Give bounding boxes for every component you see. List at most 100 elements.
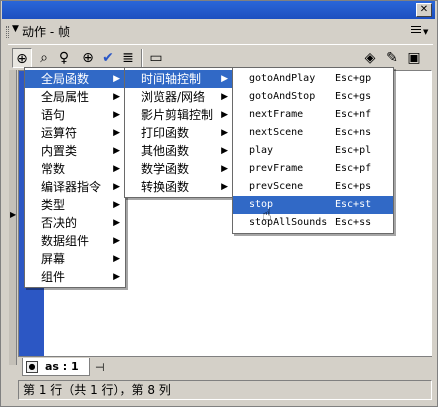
submenu-arrow-icon: ▶ <box>113 254 120 264</box>
check-syntax-icon[interactable]: ✔ <box>98 48 118 68</box>
submenu-arrow-icon: ▶ <box>113 128 120 138</box>
menu-item[interactable]: 编译器指令 ▶ <box>25 178 125 196</box>
menu-item[interactable]: 影片剪辑控制 ▶ <box>125 106 233 124</box>
menu-item-label: gotoAndStop <box>249 91 316 102</box>
menu-item-shortcut: Esc+ss <box>335 217 372 228</box>
menu-item[interactable]: play Esc+pl <box>233 142 393 160</box>
menu-item[interactable]: 转换函数 ▶ <box>125 178 233 196</box>
menu-item-label: 类型 <box>41 198 66 212</box>
menu-item-shortcut: Esc+ns <box>335 127 372 138</box>
menu-item-shortcut: Esc+gs <box>335 91 372 102</box>
menu-item[interactable]: gotoAndPlay Esc+gp <box>233 70 393 88</box>
submenu-arrow-icon: ▶ <box>221 182 228 192</box>
menu-item-shortcut: Esc+st <box>335 199 372 210</box>
submenu-arrow-icon: ▶ <box>221 128 228 138</box>
menu-item-shortcut: Esc+gp <box>335 73 372 84</box>
menu-item[interactable]: nextScene Esc+ns <box>233 124 393 142</box>
find-icon[interactable]: ⌕ <box>34 48 54 68</box>
mouse-pointer-icon: ☝ <box>262 205 272 224</box>
submenu-arrow-icon: ▶ <box>221 164 228 174</box>
submenu-arrow-icon: ▶ <box>221 92 228 102</box>
menu-item[interactable]: 数学函数 ▶ <box>125 160 233 178</box>
script-file-icon: ● <box>26 361 38 373</box>
menu-item-label: 组件 <box>41 270 66 284</box>
collapse-arrow-icon[interactable]: ▼ <box>12 24 19 34</box>
menu-item-label: 屏幕 <box>41 252 66 266</box>
auto-format-icon[interactable]: ≣ <box>118 48 138 68</box>
target-path-icon[interactable]: ⊕ <box>78 48 98 68</box>
menu-item-label: 时间轴控制 <box>141 72 202 86</box>
view-options-icon[interactable]: ▣ <box>404 48 424 68</box>
actions-category-menu: 全局函数 ▶ 全局属性 ▶ 语句 ▶ 运算符 ▶ 内置类 ▶ 常数 ▶ 编译器指令 ▶ 类型 ▶ 否决的 ▶ 数据组… <box>24 67 126 288</box>
menu-item-shortcut: Esc+pl <box>335 145 372 156</box>
menu-item-shortcut: Esc+pf <box>335 163 372 174</box>
menu-item[interactable]: nextFrame Esc+nf <box>233 106 393 124</box>
menu-item[interactable]: 内置类 ▶ <box>25 142 125 160</box>
window-title-bar[interactable]: ✕ <box>2 1 435 19</box>
toolbar: ⊕ ⌕ ♀ ⊕ ✔ ≣ ▭ ◈ ✎ ▣ <box>8 44 433 68</box>
submenu-arrow-icon: ▶ <box>113 182 120 192</box>
submenu-arrow-icon: ▶ <box>113 74 120 84</box>
menu-item[interactable]: 屏幕 ▶ <box>25 250 125 268</box>
menu-item[interactable]: 全局函数 ▶ <box>25 70 125 88</box>
menu-item[interactable]: 浏览器/网络 ▶ <box>125 88 233 106</box>
reference-icon[interactable]: ✎ <box>382 48 402 68</box>
menu-item-shortcut: Esc+ps <box>335 181 372 192</box>
menu-item[interactable]: 其他函数 ▶ <box>125 142 233 160</box>
menu-item[interactable]: 语句 ▶ <box>25 106 125 124</box>
submenu-arrow-icon: ▶ <box>113 164 120 174</box>
menu-item-label: 影片剪辑控制 <box>141 108 214 122</box>
drag-grip-icon[interactable] <box>6 26 9 38</box>
submenu-arrow-icon: ▶ <box>113 218 120 228</box>
show-code-hint-icon[interactable]: ▭ <box>146 48 166 68</box>
menu-item[interactable]: stopAllSounds Esc+ss <box>233 214 393 232</box>
menu-item-label: nextScene <box>249 127 304 138</box>
menu-item-label: play <box>249 145 274 156</box>
toolbar-separator <box>141 49 143 67</box>
menu-item-label: gotoAndPlay <box>249 73 316 84</box>
submenu-arrow-icon: ▶ <box>113 200 120 210</box>
menu-item-label: 转换函数 <box>141 180 190 194</box>
add-item-icon[interactable]: ⊕ <box>12 48 32 68</box>
submenu-arrow-icon: ▶ <box>113 272 120 282</box>
menu-item[interactable]: prevScene Esc+ps <box>233 178 393 196</box>
menu-item-label: 内置类 <box>41 144 78 158</box>
menu-item-label: 数学函数 <box>141 162 190 176</box>
menu-item-label: 其他函数 <box>141 144 190 158</box>
menu-item[interactable]: 组件 ▶ <box>25 268 125 286</box>
menu-item-label: 打印函数 <box>141 126 190 140</box>
menu-item-label: stopAllSounds <box>249 217 328 228</box>
expand-arrow-icon[interactable]: ▶ <box>10 210 16 219</box>
menu-item-label: prevScene <box>249 181 304 192</box>
menu-item[interactable]: 数据组件 ▶ <box>25 232 125 250</box>
menu-item[interactable]: 常数 ▶ <box>25 160 125 178</box>
panel-options-menu-icon[interactable]: ▼ <box>411 26 429 36</box>
menu-item[interactable]: prevFrame Esc+pf <box>233 160 393 178</box>
menu-item[interactable]: 类型 ▶ <box>25 196 125 214</box>
menu-item[interactable]: 全局属性 ▶ <box>25 88 125 106</box>
global-functions-submenu: 时间轴控制 ▶ 浏览器/网络 ▶ 影片剪辑控制 ▶ 打印函数 ▶ 其他函数 ▶ 数学函数 ▶ 转换函数 ▶ <box>124 67 234 198</box>
menu-item-label: 常数 <box>41 162 66 176</box>
menu-item[interactable]: 运算符 ▶ <box>25 124 125 142</box>
menu-item[interactable]: 时间轴控制 ▶ <box>125 70 233 88</box>
menu-item-label: 运算符 <box>41 126 78 140</box>
replace-icon[interactable]: ♀ <box>54 48 74 68</box>
menu-item-label: 否决的 <box>41 216 78 230</box>
submenu-arrow-icon: ▶ <box>113 236 120 246</box>
debug-options-icon[interactable]: ◈ <box>360 48 380 68</box>
status-bar: 第 1 行（共 1 行），第 8 列 <box>18 380 432 400</box>
pin-script-icon[interactable]: ⊣ <box>95 361 105 374</box>
menu-item[interactable]: 否决的 ▶ <box>25 214 125 232</box>
menu-item[interactable]: 打印函数 ▶ <box>125 124 233 142</box>
menu-item-label: 全局属性 <box>41 90 90 104</box>
panel-title: 动作 - 帧 <box>22 25 70 39</box>
menu-item-label: prevFrame <box>249 163 304 174</box>
menu-item-label: 浏览器/网络 <box>141 90 206 104</box>
menu-item-shortcut: Esc+nf <box>335 109 372 120</box>
submenu-arrow-icon: ▶ <box>221 74 228 84</box>
submenu-arrow-icon: ▶ <box>221 146 228 156</box>
menu-item[interactable]: stop Esc+st <box>233 196 393 214</box>
close-icon[interactable]: ✕ <box>416 3 432 17</box>
menu-item[interactable]: gotoAndStop Esc+gs <box>233 88 393 106</box>
timeline-control-submenu: gotoAndPlay Esc+gp gotoAndStop Esc+gs nextFr… <box>232 67 394 234</box>
